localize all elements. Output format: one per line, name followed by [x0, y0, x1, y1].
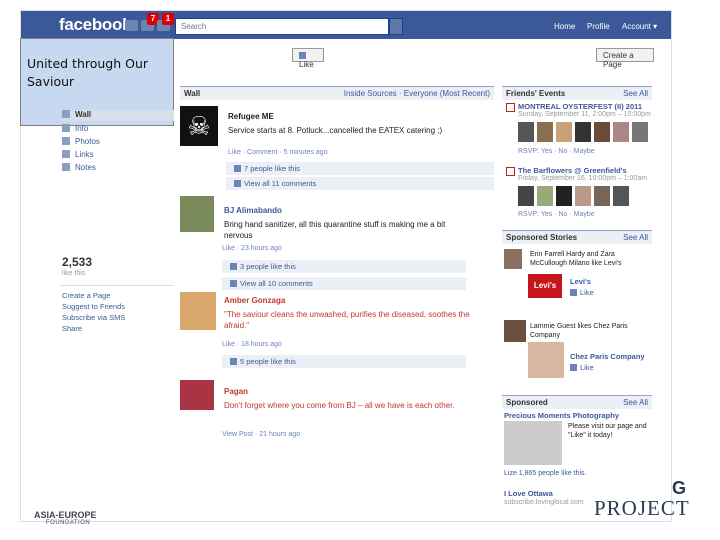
- see-all-link[interactable]: See All: [623, 89, 648, 98]
- post-meta[interactable]: Like · 23 hours ago: [222, 245, 282, 252]
- sidebar-item-links[interactable]: Links: [62, 150, 94, 161]
- avatar[interactable]: [180, 196, 214, 232]
- sidebar-item-info[interactable]: Info: [62, 124, 88, 135]
- links-icon: [62, 150, 70, 158]
- post-text: Bring hand sanitizer, all this quarantin…: [224, 220, 446, 240]
- post-likes[interactable]: 5 people like this: [222, 355, 466, 368]
- sponsored-story-text[interactable]: Lammie Guest likes Chez Paris Company: [530, 322, 650, 340]
- comment-icon: [230, 280, 237, 287]
- avatar[interactable]: [180, 380, 214, 410]
- facebook-logo[interactable]: facebook: [59, 15, 132, 35]
- event-attendees: [518, 122, 652, 144]
- post-meta[interactable]: Like · 18 hours ago: [222, 341, 282, 348]
- ad-title[interactable]: I Love Ottawa: [504, 489, 553, 498]
- nav-profile[interactable]: Profile: [587, 22, 610, 31]
- post-likes[interactable]: 3 people like this: [222, 260, 466, 273]
- see-all-link[interactable]: See All: [623, 233, 648, 242]
- post-text: Service starts at 8. Potluck...cancelled…: [228, 126, 443, 135]
- ad-text: subscribe.lovinglocal.com: [504, 499, 584, 506]
- view-comments-link[interactable]: View all 11 comments: [226, 177, 494, 190]
- thumb-up-icon: [234, 165, 241, 172]
- asia-europe-logo: ASIA-EUROPE: [34, 510, 97, 520]
- thumb-up-icon: [230, 263, 237, 270]
- friends-events-header: Friends' Events See All: [502, 86, 652, 100]
- event-date: Friday, September 16, 10:00pm – 1:00am: [518, 175, 648, 182]
- post-author[interactable]: Pagan: [224, 387, 248, 396]
- wall-icon: [62, 110, 70, 118]
- wall-filter[interactable]: Inside Sources · Everyone (Most Recent): [344, 89, 490, 98]
- view-comments-link[interactable]: View all 10 comments: [222, 277, 466, 290]
- nav-account[interactable]: Account ▾: [622, 22, 657, 31]
- sidebar-item-notes[interactable]: Notes: [62, 163, 96, 174]
- post-author[interactable]: Amber Gonzaga: [224, 296, 285, 305]
- search-button[interactable]: [389, 18, 403, 35]
- thumb-up-icon: [230, 358, 237, 365]
- sponsored-stories-header: Sponsored Stories See All: [502, 230, 652, 244]
- sponsor-brand[interactable]: Levi's: [570, 277, 591, 286]
- search-input[interactable]: Search: [175, 18, 389, 35]
- friend-requests-icon[interactable]: [125, 20, 138, 31]
- event-rsvp[interactable]: RSVP: Yes · No · Maybe: [518, 148, 595, 155]
- sidebar-divider: [60, 285, 174, 286]
- see-all-link[interactable]: See All: [623, 398, 648, 407]
- likes-label: like this: [62, 270, 86, 277]
- wall-title: Wall: [184, 89, 201, 98]
- post-likes[interactable]: 7 people like this: [226, 162, 494, 175]
- skull-crossbones-icon: ☠: [187, 111, 211, 141]
- post-author[interactable]: BJ Alimabando: [224, 206, 282, 215]
- thumb-up-icon: [570, 364, 577, 371]
- sponsored-header: Sponsored See All: [502, 395, 652, 409]
- post-meta[interactable]: Like · Comment · 5 minutes ago: [228, 149, 328, 156]
- avatar[interactable]: [504, 320, 526, 342]
- sponsor-brand[interactable]: Chez Paris Company: [570, 352, 652, 361]
- post-author[interactable]: Refugee ME: [228, 112, 274, 121]
- photos-icon: [62, 137, 70, 145]
- sponsor-like-link[interactable]: Like: [570, 363, 594, 372]
- calendar-icon: [506, 103, 515, 112]
- event-date: Sunday, September 11, 2:00pm – 10:00pm: [518, 111, 651, 118]
- notes-icon: [62, 163, 70, 171]
- comment-icon: [234, 180, 241, 187]
- event-attendees: [518, 186, 652, 208]
- create-a-page-link[interactable]: Create a Page: [62, 291, 110, 300]
- share-link[interactable]: Share: [62, 324, 82, 333]
- top-navigation-bar: facebook 7 1 Search Home Profile Account…: [21, 11, 671, 39]
- event-title[interactable]: MONTREAL OYSTERFEST (II) 2011: [518, 102, 652, 111]
- post-text: Don't forget where you come from BJ – al…: [224, 401, 455, 410]
- ad-likes[interactable]: Lize 1,865 people like this.: [504, 470, 587, 477]
- avatar[interactable]: ☠: [180, 106, 218, 146]
- event-rsvp[interactable]: RSVP: Yes · No · Maybe: [518, 211, 595, 218]
- levis-logo[interactable]: Levi's: [528, 274, 562, 298]
- notifications-badge: 1: [162, 13, 174, 25]
- sidebar-item-wall[interactable]: Wall: [62, 110, 174, 121]
- subscribe-sms-link[interactable]: Subscribe via SMS: [62, 313, 125, 322]
- likes-count: 2,533: [62, 255, 93, 269]
- nav-home[interactable]: Home: [554, 22, 575, 31]
- post-meta[interactable]: View Post · 21 hours ago: [222, 431, 300, 438]
- calendar-icon: [506, 167, 515, 176]
- project-label: PROJECT: [594, 496, 690, 520]
- event-title[interactable]: The Barflowers @ Greenfield's: [518, 166, 652, 175]
- ad-title[interactable]: Precious Moments Photography: [504, 411, 619, 420]
- like-page-button[interactable]: Like: [292, 48, 324, 69]
- create-page-button[interactable]: Create a Page: [596, 48, 654, 69]
- thumb-up-icon: [299, 52, 306, 59]
- ad-image[interactable]: [504, 421, 562, 465]
- avatar[interactable]: [180, 292, 216, 330]
- like-label: Like: [299, 60, 314, 69]
- suggest-to-friends-link[interactable]: Suggest to Friends: [62, 302, 125, 311]
- ad-text: Please visit our page and "Like" it toda…: [568, 423, 647, 439]
- info-icon: [62, 124, 70, 132]
- foundation-label: FOUNDATION: [46, 520, 91, 526]
- sponsor-image[interactable]: [528, 342, 564, 378]
- thumb-up-icon: [570, 289, 577, 296]
- wall-header: Wall Inside Sources · Everyone (Most Rec…: [180, 86, 494, 100]
- avatar[interactable]: [504, 249, 522, 269]
- post-text: "The saviour cleans the unwashed, purifi…: [224, 310, 470, 330]
- sponsored-story-text[interactable]: Erin Farrell Hardy and Zara McCullough M…: [530, 250, 650, 268]
- sponsor-like-link[interactable]: Like: [570, 288, 594, 297]
- sidebar-item-photos[interactable]: Photos: [62, 137, 100, 148]
